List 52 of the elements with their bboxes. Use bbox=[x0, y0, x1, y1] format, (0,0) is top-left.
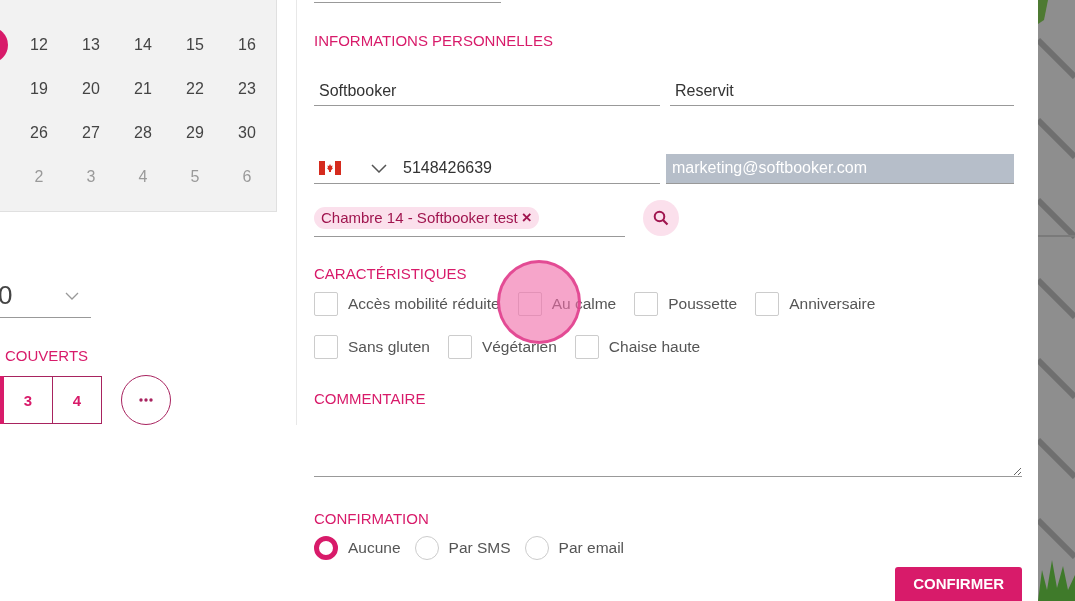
chevron-down-icon bbox=[65, 291, 79, 300]
search-button[interactable] bbox=[643, 200, 679, 237]
checkbox[interactable] bbox=[447, 334, 472, 359]
calendar-day[interactable]: 15 bbox=[186, 36, 204, 54]
selected-cover-option[interactable] bbox=[0, 376, 4, 424]
chevron-down-icon[interactable] bbox=[371, 163, 387, 173]
ellipsis-icon bbox=[139, 398, 153, 402]
section-title: INFORMATIONS PERSONNELLES bbox=[314, 30, 554, 51]
checkbox[interactable] bbox=[634, 291, 659, 316]
last-name-field[interactable]: Reservit bbox=[670, 76, 1014, 106]
checkbox-label: Poussette bbox=[668, 294, 738, 313]
calendar-day[interactable]: 20 bbox=[82, 80, 100, 98]
section-title: COUVERTS bbox=[5, 346, 90, 366]
calendar-day[interactable]: 26 bbox=[30, 124, 48, 142]
calendar-day[interactable]: 19 bbox=[30, 80, 48, 98]
radio-label: Aucune bbox=[348, 538, 401, 557]
checkbox-label: Anniversaire bbox=[789, 294, 876, 313]
calendar-day[interactable]: 30 bbox=[238, 124, 256, 142]
radio-label: Par email bbox=[558, 538, 625, 557]
cover-option[interactable]: 4 bbox=[53, 376, 102, 424]
calendar-day[interactable]: 29 bbox=[186, 124, 204, 142]
checkbox-label: Chaise haute bbox=[608, 337, 701, 356]
calendar-day[interactable]: 28 bbox=[134, 124, 152, 142]
more-button[interactable] bbox=[121, 375, 171, 425]
section-title: CONFIRMATION bbox=[314, 508, 430, 529]
calendar-day[interactable]: 16 bbox=[238, 36, 256, 54]
phone-field[interactable]: 5148426639 bbox=[314, 153, 660, 184]
calendar-day[interactable]: 14 bbox=[134, 36, 152, 54]
canada-flag-icon bbox=[319, 161, 341, 176]
calendar-day[interactable]: 22 bbox=[186, 80, 204, 98]
calendar-day[interactable]: 27 bbox=[82, 124, 100, 142]
cover-option[interactable]: 3 bbox=[4, 376, 53, 424]
confirm-button[interactable]: CONFIRMER bbox=[895, 566, 1022, 601]
room-field[interactable]: Chambre 14 - Softbooker test × bbox=[314, 199, 625, 237]
radio-button[interactable] bbox=[314, 535, 338, 560]
section-title: CARACTÉRISTIQUES bbox=[314, 263, 468, 284]
radio-label: Par SMS bbox=[448, 538, 511, 557]
search-icon bbox=[653, 210, 669, 227]
checkbox[interactable] bbox=[755, 291, 780, 316]
calendar-day[interactable]: 13 bbox=[82, 36, 100, 54]
calendar-day[interactable]: 21 bbox=[134, 80, 152, 98]
checkbox[interactable] bbox=[574, 334, 599, 359]
checkbox[interactable] bbox=[314, 291, 338, 316]
calendar-day[interactable]: 23 bbox=[238, 80, 256, 98]
checkbox[interactable] bbox=[314, 334, 338, 359]
checkbox-label: Végétarien bbox=[481, 337, 557, 356]
section-title: COMMENTAIRE bbox=[314, 388, 427, 409]
first-name-field[interactable]: Softbooker bbox=[314, 76, 660, 106]
checkbox-label: Sans gluten bbox=[348, 337, 430, 356]
chip-label: Chambre 14 - Softbooker test bbox=[321, 209, 518, 227]
calendar-day[interactable]: 12 bbox=[30, 36, 48, 54]
chip-remove-button[interactable]: × bbox=[521, 209, 532, 227]
